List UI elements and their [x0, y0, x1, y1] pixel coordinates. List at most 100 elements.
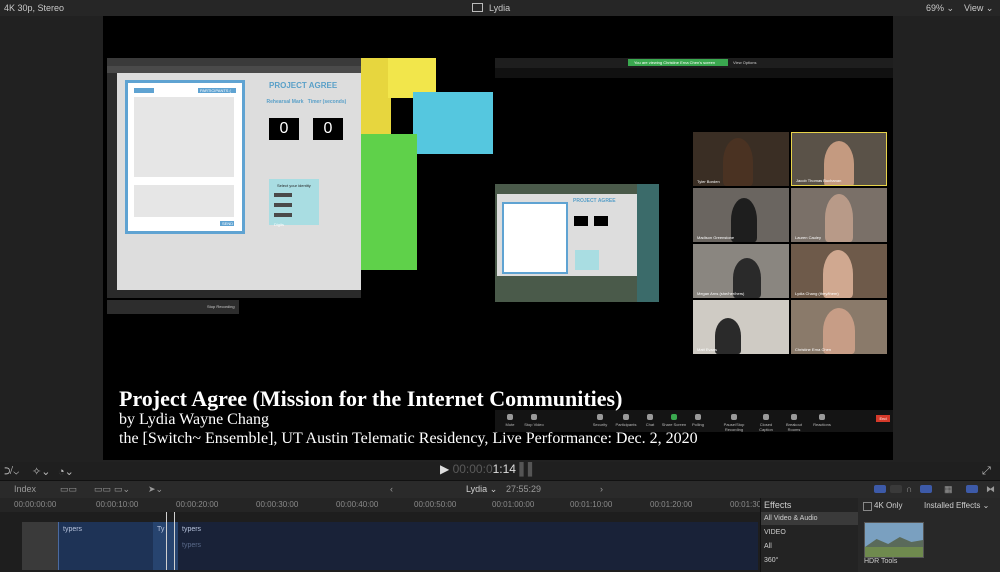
- mountain-shape: [865, 537, 923, 547]
- identity-label: Select your identity: [277, 183, 311, 188]
- skimmer: [174, 512, 175, 570]
- ground-shape: [865, 547, 923, 557]
- ruler-tick: 00:00:50:00: [414, 500, 457, 509]
- control-label: Breakout Rooms: [785, 422, 802, 432]
- project-name-dropdown[interactable]: Lydia ⌄: [466, 484, 497, 495]
- playhead[interactable]: [166, 512, 167, 570]
- recording-control: Pause/Stop Recording: [717, 414, 751, 432]
- play-icon[interactable]: ▶: [440, 462, 449, 476]
- project-title: Lydia: [472, 3, 510, 13]
- installed-effects-dropdown[interactable]: Installed Effects ⌄: [924, 501, 989, 510]
- zoom-top-bar: You are viewing Christine Erna Chen's sc…: [495, 58, 893, 78]
- form-tab: [134, 88, 154, 93]
- participant-video: [715, 318, 741, 354]
- video-frame[interactable]: PARTICIPANTS ( 10 ) SEND PROJECT AGREE R…: [103, 16, 893, 460]
- ruler-tick: 00:01:10:00: [570, 500, 613, 509]
- chevron-updown-icon: ⌄: [982, 501, 990, 510]
- participant-name: Jacob Thomas Buchanan: [796, 178, 842, 183]
- timeline-ruler: 00:00:00:00 00:00:10:00 00:00:20:00 00:0…: [0, 498, 761, 512]
- chat-log: [134, 97, 234, 177]
- timeline-clip[interactable]: typers typers: [178, 522, 758, 570]
- control-label: Polling: [691, 422, 704, 427]
- shield-icon: [597, 414, 603, 420]
- chat-icon: [647, 414, 653, 420]
- participants-tab: PARTICIPANTS ( 10 ): [198, 88, 236, 98]
- timeline-clip[interactable]: typers: [58, 522, 154, 570]
- send-label: SEND: [222, 221, 234, 226]
- shared-app-window: PARTICIPANTS ( 10 ) SEND PROJECT AGREE R…: [107, 58, 361, 298]
- mute-control: Mute: [497, 414, 523, 427]
- participant-video: [731, 198, 757, 242]
- participant-tile-active: Jacob Thomas Buchanan: [791, 132, 887, 186]
- retime-tool-button[interactable]: ◔⌄: [58, 465, 74, 478]
- ruler-tick: 00:00:00:00: [14, 500, 57, 509]
- clip-appearance-icon[interactable]: ▭▭: [60, 484, 77, 495]
- index-button[interactable]: Index: [14, 484, 36, 494]
- timecode-dim: 00:00:0: [452, 462, 493, 476]
- fullscreen-button[interactable]: ⤢: [982, 465, 991, 478]
- format-label: 4K 30p, Stereo: [4, 3, 65, 13]
- project-name: Lydia: [466, 484, 488, 494]
- people-icon: [623, 414, 629, 420]
- 4k-only-checkbox[interactable]: [863, 502, 872, 511]
- end-meeting-button: End: [876, 415, 890, 422]
- project-agree-heading: PROJECT AGREE: [269, 81, 338, 90]
- background-window: [413, 92, 493, 154]
- identity-option-label: Digits: [274, 222, 285, 227]
- zoom-level-value: 69%: [926, 3, 945, 13]
- effects-category[interactable]: All Video & Audio: [761, 512, 859, 525]
- ruler-tick: 00:01:00:00: [492, 500, 535, 509]
- back-arrow-icon[interactable]: ‹: [390, 484, 393, 494]
- waveform-icon[interactable]: [890, 485, 902, 493]
- effects-category-label: VIDEO: [764, 529, 786, 536]
- reactions-control: Reactions: [809, 414, 835, 427]
- smiley-icon: [819, 414, 825, 420]
- connect-clip-icon[interactable]: ▭▭: [94, 484, 111, 495]
- share-screen-control: Share Screen: [661, 414, 687, 427]
- identity-option: Digits: [274, 213, 292, 227]
- forward-arrow-icon[interactable]: ›: [600, 484, 603, 494]
- effects-category-label: All Video & Audio: [764, 515, 818, 522]
- participant-tile: Matt Evans: [693, 300, 789, 354]
- ruler-tick: 00:00:20:00: [176, 500, 219, 509]
- shared-heading: PROJECT AGREE: [573, 198, 616, 204]
- effects-browser-icon[interactable]: [966, 485, 978, 493]
- closed-caption-control: Closed Caption: [753, 414, 779, 432]
- share-screen-icon: [671, 414, 677, 420]
- enhance-tool-button[interactable]: ✧⌄: [32, 465, 50, 478]
- control-label: Security: [592, 422, 608, 427]
- security-control: Security: [587, 414, 613, 427]
- transitions-icon[interactable]: ⧓: [986, 484, 995, 495]
- stop-recording-label: Stop Recording: [207, 304, 235, 309]
- identity-option: Semantic: [274, 193, 292, 207]
- clip-filmstrip-icon[interactable]: ▦: [944, 484, 953, 495]
- background-window: [361, 58, 391, 138]
- camera-icon: [531, 414, 537, 420]
- clip-label: typers: [182, 526, 202, 533]
- timecode-display[interactable]: ▶ 00:00:01:14 ▌▌: [440, 462, 536, 476]
- participant-tile: Tyler Borden: [693, 132, 789, 186]
- audio-skimming-icon[interactable]: [874, 485, 886, 493]
- chat-form: PARTICIPANTS ( 10 ) SEND: [125, 80, 245, 234]
- view-menu[interactable]: View ⌄: [964, 3, 993, 14]
- chevron-updown-icon: ⌄: [946, 3, 955, 13]
- effects-category-label: 360°: [764, 557, 779, 564]
- append-clip-icon[interactable]: ▭⌄: [114, 484, 130, 495]
- transform-tool-button[interactable]: ⟉⌄: [4, 465, 19, 478]
- zoom-level-dropdown[interactable]: 69% ⌄: [926, 3, 954, 14]
- participant-name: Madison Greenstone: [697, 235, 735, 240]
- send-button: SEND: [220, 221, 234, 226]
- effect-thumbnail[interactable]: [864, 522, 924, 558]
- rehearsal-mark-label: Rehearsal Mark: [266, 99, 304, 105]
- view-options-label: View Options: [733, 60, 757, 65]
- timecode-value: 1:14: [492, 462, 516, 476]
- timeline[interactable]: 00:00:00:00 00:00:10:00 00:00:20:00 00:0…: [0, 498, 761, 572]
- effects-category[interactable]: 360°: [761, 554, 859, 567]
- rehearsal-mark-value: 0: [269, 118, 299, 140]
- select-tool-icon[interactable]: ➤⌄: [148, 484, 163, 495]
- window-title-bar: [107, 58, 361, 66]
- headphones-icon[interactable]: ∩: [906, 484, 912, 494]
- effects-category[interactable]: All: [761, 540, 859, 553]
- timer-value: 0: [313, 118, 343, 140]
- snapping-icon[interactable]: [920, 485, 932, 493]
